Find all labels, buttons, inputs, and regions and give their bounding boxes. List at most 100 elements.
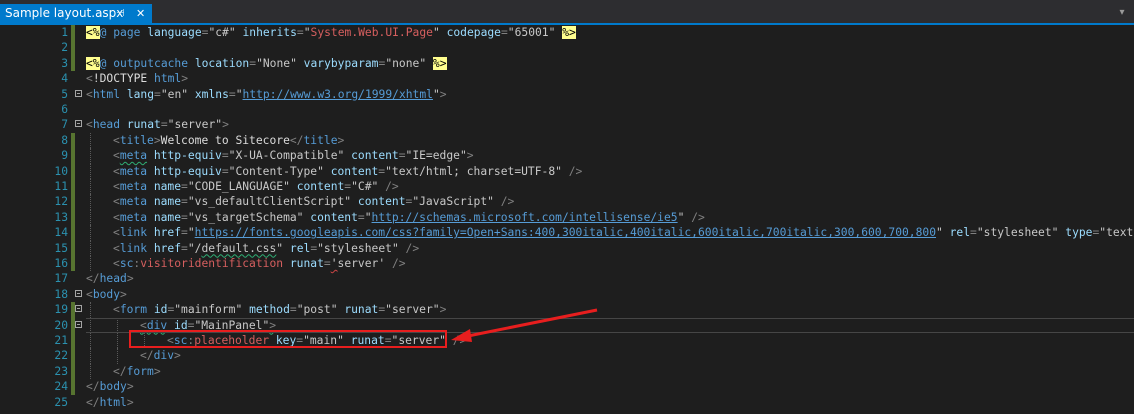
code-token: varybyparam: [303, 56, 379, 70]
change-marker: [71, 132, 75, 149]
line-number: 20: [54, 318, 68, 332]
code-token: form: [126, 364, 154, 378]
chevron-down-icon[interactable]: ▾: [1116, 6, 1128, 20]
code-token: />: [405, 241, 420, 255]
code-line[interactable]: 8 <title>Welcome to Sitecore</title>: [0, 132, 1134, 149]
code-token: <%: [86, 26, 100, 39]
code-line[interactable]: 6: [0, 102, 1134, 117]
code-token: =: [181, 226, 188, 240]
code-token: language: [147, 26, 202, 39]
line-number: 10: [54, 164, 68, 178]
change-marker: [71, 163, 75, 179]
code-token: method: [249, 303, 290, 317]
code-token: >: [222, 118, 229, 132]
code-line[interactable]: 1 <%@ page language="c#" inherits="System…: [0, 25, 1134, 41]
code-line[interactable]: 13 <meta name="vs_targetSchema" content="…: [0, 209, 1134, 226]
code-line[interactable]: 24 </body>: [0, 379, 1134, 395]
code-line[interactable]: 16 <sc:visitoridentification runat='serve…: [0, 256, 1134, 272]
code-text: <meta http-equiv="Content-Type" content=…: [113, 164, 582, 179]
close-icon[interactable]: ✕: [136, 4, 145, 23]
code-token: >: [174, 349, 181, 363]
change-marker: [71, 379, 75, 395]
code-token: <: [113, 149, 120, 163]
code-token: "C#": [351, 180, 386, 193]
collapse-icon[interactable]: [75, 120, 82, 128]
code-line[interactable]: 15 <link href="/default.css" rel="stylesh…: [0, 240, 1134, 256]
code-line[interactable]: 14 <link href="https://fonts.googleapis.c…: [0, 225, 1134, 241]
code-line[interactable]: 12 <meta name="vs_defaultClientScript" co…: [0, 194, 1134, 210]
code-token: html: [92, 87, 127, 101]
code-token: </: [86, 395, 100, 409]
code-token: System.Web.UI.Page: [310, 26, 433, 39]
code-line[interactable]: 7 <head runat="server">: [0, 117, 1134, 132]
code-token: "65001": [507, 26, 563, 39]
code-line[interactable]: 4 <!DOCTYPE html>: [0, 71, 1134, 86]
code-token: "server": [167, 118, 223, 132]
code-token: ": [187, 226, 195, 240]
code-line[interactable]: 22 </div>: [0, 348, 1134, 364]
code-line[interactable]: 17 </head>: [0, 271, 1134, 286]
change-marker: [71, 225, 75, 241]
code-token: name: [153, 195, 182, 209]
code-token: title: [119, 133, 154, 147]
code-token: "stylesheet": [317, 241, 406, 255]
collapse-icon[interactable]: [75, 289, 82, 297]
code-token: "text/html; charset=UTF-8": [385, 164, 569, 178]
document-tab-strip: Sample layout.aspx ⊣ ✕ ▾: [0, 0, 1134, 23]
code-line[interactable]: 2: [0, 40, 1134, 56]
change-marker: [71, 25, 75, 41]
collapse-icon[interactable]: [75, 89, 82, 97]
collapse-icon[interactable]: [75, 305, 82, 313]
code-token: =: [323, 257, 331, 270]
line-number: 14: [54, 226, 68, 240]
code-token: ": [936, 226, 950, 240]
code-token: >: [439, 303, 447, 317]
code-line[interactable]: 18 <body>: [0, 287, 1134, 302]
code-line[interactable]: 9 <meta http-equiv="X-UA-Compatible" cont…: [0, 148, 1134, 164]
code-token: <: [113, 303, 120, 317]
indent-guide: [117, 348, 118, 364]
code-line[interactable]: 19 <form id="mainform" method="post" runa…: [0, 302, 1134, 318]
code-token: type: [1065, 226, 1093, 240]
change-marker: [71, 194, 75, 210]
code-token: "text/css": [1099, 226, 1134, 240]
change-marker: [71, 148, 75, 164]
line-number: 15: [54, 241, 68, 255]
code-token: />: [691, 210, 705, 224]
code-editor[interactable]: 1 <%@ page language="c#" inherits="System…: [0, 25, 1134, 414]
indent-guide: [90, 225, 91, 241]
code-line[interactable]: 10 <meta http-equiv="Content-Type" conten…: [0, 163, 1134, 179]
collapse-icon[interactable]: [75, 320, 82, 328]
code-token: body: [92, 287, 121, 301]
code-line[interactable]: 23 </form>: [0, 363, 1134, 380]
pin-icon[interactable]: ⊣: [116, 4, 125, 23]
code-token: name: [153, 210, 182, 224]
code-token: location: [194, 56, 250, 70]
code-line[interactable]: 25 </html>: [0, 395, 1134, 410]
code-token: "c#": [208, 26, 243, 39]
code-text: <sc:visitoridentification runat='server'…: [113, 256, 406, 271]
code-token: "Content-Type": [228, 164, 331, 178]
line-number: 25: [54, 395, 68, 409]
code-token: ": [303, 26, 311, 39]
code-token: "CODE_LANGUAGE": [187, 180, 297, 193]
code-token: http://schemas.microsoft.com/intellisens…: [371, 210, 678, 224]
code-token: "X-UA-Compatible": [228, 149, 352, 163]
code-token: =: [160, 118, 168, 132]
code-token: href: [153, 226, 182, 240]
change-marker: [71, 240, 75, 256]
code-line[interactable]: 5 <html lang="en" xmlns="http://www.w3.or…: [0, 87, 1134, 102]
indent-guide: [117, 317, 118, 333]
code-line[interactable]: 3 <%@ outputcache location="None" varybyp…: [0, 55, 1134, 72]
code-line[interactable]: 11 <meta name="CODE_LANGUAGE" content="C#…: [0, 179, 1134, 195]
code-token: "post": [296, 303, 345, 317]
code-token: rel: [949, 226, 971, 240]
code-token: server': [337, 257, 392, 270]
code-token: ": [276, 241, 290, 255]
code-token: <: [113, 257, 120, 270]
code-token: ": [677, 210, 692, 224]
code-token: "vs_defaultClientScript": [187, 195, 358, 209]
code-text: </html>: [86, 395, 134, 410]
document-tab[interactable]: Sample layout.aspx ⊣ ✕: [0, 4, 152, 23]
